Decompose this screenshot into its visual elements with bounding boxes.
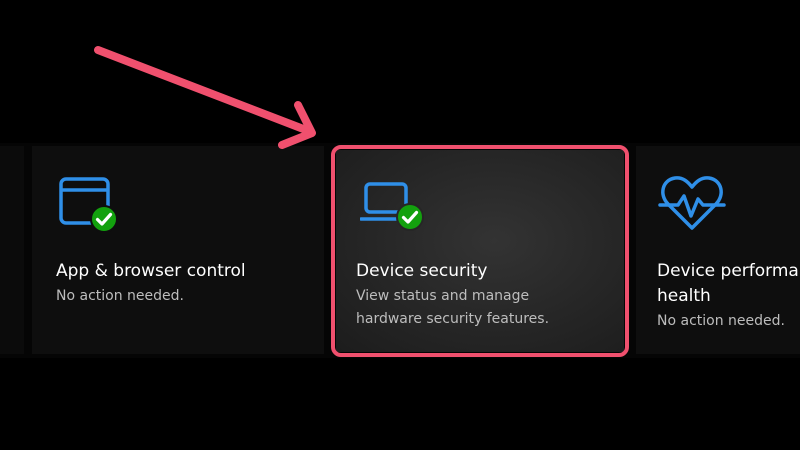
annotation-arrow-icon [94,46,316,149]
screen: App & browser control No action needed. … [0,0,800,450]
